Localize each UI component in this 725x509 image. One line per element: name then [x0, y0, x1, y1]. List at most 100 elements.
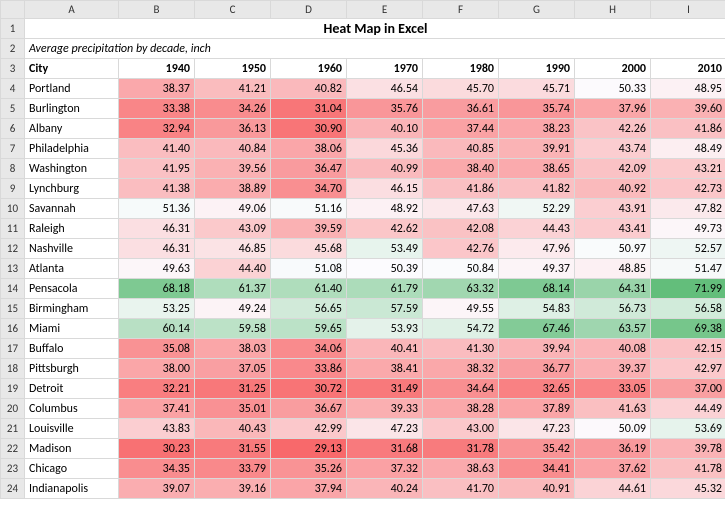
- city-cell[interactable]: Madison: [25, 439, 119, 459]
- data-cell[interactable]: 68.18: [119, 279, 195, 299]
- column-header-C[interactable]: C: [195, 1, 271, 19]
- data-cell[interactable]: 33.05: [575, 379, 651, 399]
- data-cell[interactable]: 40.08: [575, 339, 651, 359]
- data-cell[interactable]: 37.94: [271, 479, 347, 499]
- decade-header[interactable]: 2010: [651, 59, 725, 79]
- data-cell[interactable]: 38.41: [347, 359, 423, 379]
- data-cell[interactable]: 34.35: [119, 459, 195, 479]
- data-cell[interactable]: 40.92: [575, 179, 651, 199]
- data-cell[interactable]: 49.37: [499, 259, 575, 279]
- data-cell[interactable]: 59.58: [195, 319, 271, 339]
- decade-header[interactable]: 1950: [195, 59, 271, 79]
- row-header-16[interactable]: 16: [1, 319, 25, 339]
- data-cell[interactable]: 46.31: [119, 219, 195, 239]
- data-cell[interactable]: 42.73: [651, 179, 725, 199]
- city-cell[interactable]: Miami: [25, 319, 119, 339]
- data-cell[interactable]: 33.86: [271, 359, 347, 379]
- data-cell[interactable]: 51.16: [271, 199, 347, 219]
- data-cell[interactable]: 44.43: [499, 219, 575, 239]
- city-cell[interactable]: Pensacola: [25, 279, 119, 299]
- data-cell[interactable]: 49.06: [195, 199, 271, 219]
- data-cell[interactable]: 29.13: [271, 439, 347, 459]
- data-cell[interactable]: 43.00: [423, 419, 499, 439]
- row-header-8[interactable]: 8: [1, 159, 25, 179]
- data-cell[interactable]: 48.49: [651, 139, 725, 159]
- row-header-22[interactable]: 22: [1, 439, 25, 459]
- data-cell[interactable]: 39.37: [575, 359, 651, 379]
- data-cell[interactable]: 30.23: [119, 439, 195, 459]
- data-cell[interactable]: 45.71: [499, 79, 575, 99]
- data-cell[interactable]: 51.47: [651, 259, 725, 279]
- data-cell[interactable]: 49.24: [195, 299, 271, 319]
- data-cell[interactable]: 36.61: [423, 99, 499, 119]
- data-cell[interactable]: 50.39: [347, 259, 423, 279]
- column-header-A[interactable]: A: [25, 1, 119, 19]
- data-cell[interactable]: 34.26: [195, 99, 271, 119]
- city-cell[interactable]: Detroit: [25, 379, 119, 399]
- data-cell[interactable]: 57.59: [347, 299, 423, 319]
- city-cell[interactable]: Philadelphia: [25, 139, 119, 159]
- data-cell[interactable]: 46.54: [347, 79, 423, 99]
- data-cell[interactable]: 40.43: [195, 419, 271, 439]
- data-cell[interactable]: 49.73: [651, 219, 725, 239]
- decade-header[interactable]: 1970: [347, 59, 423, 79]
- data-cell[interactable]: 38.32: [423, 359, 499, 379]
- data-cell[interactable]: 42.15: [651, 339, 725, 359]
- data-cell[interactable]: 40.99: [347, 159, 423, 179]
- row-header-14[interactable]: 14: [1, 279, 25, 299]
- decade-header[interactable]: 1960: [271, 59, 347, 79]
- data-cell[interactable]: 49.55: [423, 299, 499, 319]
- data-cell[interactable]: 51.36: [119, 199, 195, 219]
- select-all-corner[interactable]: [1, 1, 25, 19]
- data-cell[interactable]: 31.55: [195, 439, 271, 459]
- data-cell[interactable]: 46.31: [119, 239, 195, 259]
- data-cell[interactable]: 34.70: [271, 179, 347, 199]
- city-cell[interactable]: Lynchburg: [25, 179, 119, 199]
- data-cell[interactable]: 46.15: [347, 179, 423, 199]
- data-cell[interactable]: 48.85: [575, 259, 651, 279]
- data-cell[interactable]: 64.31: [575, 279, 651, 299]
- city-cell[interactable]: Pittsburgh: [25, 359, 119, 379]
- row-header-3[interactable]: 3: [1, 59, 25, 79]
- data-cell[interactable]: 30.72: [271, 379, 347, 399]
- data-cell[interactable]: 36.47: [271, 159, 347, 179]
- decade-header[interactable]: 1940: [119, 59, 195, 79]
- data-cell[interactable]: 31.49: [347, 379, 423, 399]
- data-cell[interactable]: 50.09: [575, 419, 651, 439]
- data-cell[interactable]: 42.97: [651, 359, 725, 379]
- row-header-4[interactable]: 4: [1, 79, 25, 99]
- data-cell[interactable]: 41.95: [119, 159, 195, 179]
- data-cell[interactable]: 32.65: [499, 379, 575, 399]
- data-cell[interactable]: 71.99: [651, 279, 725, 299]
- data-cell[interactable]: 41.40: [119, 139, 195, 159]
- data-cell[interactable]: 43.91: [575, 199, 651, 219]
- data-cell[interactable]: 53.25: [119, 299, 195, 319]
- data-cell[interactable]: 34.64: [423, 379, 499, 399]
- data-cell[interactable]: 49.63: [119, 259, 195, 279]
- data-cell[interactable]: 38.63: [423, 459, 499, 479]
- data-cell[interactable]: 39.94: [499, 339, 575, 359]
- data-cell[interactable]: 47.23: [347, 419, 423, 439]
- data-cell[interactable]: 39.56: [195, 159, 271, 179]
- data-cell[interactable]: 42.09: [575, 159, 651, 179]
- spreadsheet-grid[interactable]: ABCDEFGHI 1Heat Map in Excel2Average pre…: [0, 0, 725, 499]
- data-cell[interactable]: 47.96: [499, 239, 575, 259]
- data-cell[interactable]: 35.76: [347, 99, 423, 119]
- city-cell[interactable]: Washington: [25, 159, 119, 179]
- data-cell[interactable]: 56.73: [575, 299, 651, 319]
- column-header-B[interactable]: B: [119, 1, 195, 19]
- data-cell[interactable]: 35.42: [499, 439, 575, 459]
- data-cell[interactable]: 37.32: [347, 459, 423, 479]
- data-cell[interactable]: 63.57: [575, 319, 651, 339]
- row-header-5[interactable]: 5: [1, 99, 25, 119]
- data-cell[interactable]: 44.61: [575, 479, 651, 499]
- data-cell[interactable]: 41.86: [423, 179, 499, 199]
- data-cell[interactable]: 43.74: [575, 139, 651, 159]
- data-cell[interactable]: 33.79: [195, 459, 271, 479]
- data-cell[interactable]: 40.41: [347, 339, 423, 359]
- data-cell[interactable]: 37.05: [195, 359, 271, 379]
- data-cell[interactable]: 41.82: [499, 179, 575, 199]
- row-header-17[interactable]: 17: [1, 339, 25, 359]
- row-header-10[interactable]: 10: [1, 199, 25, 219]
- decade-header[interactable]: 2000: [575, 59, 651, 79]
